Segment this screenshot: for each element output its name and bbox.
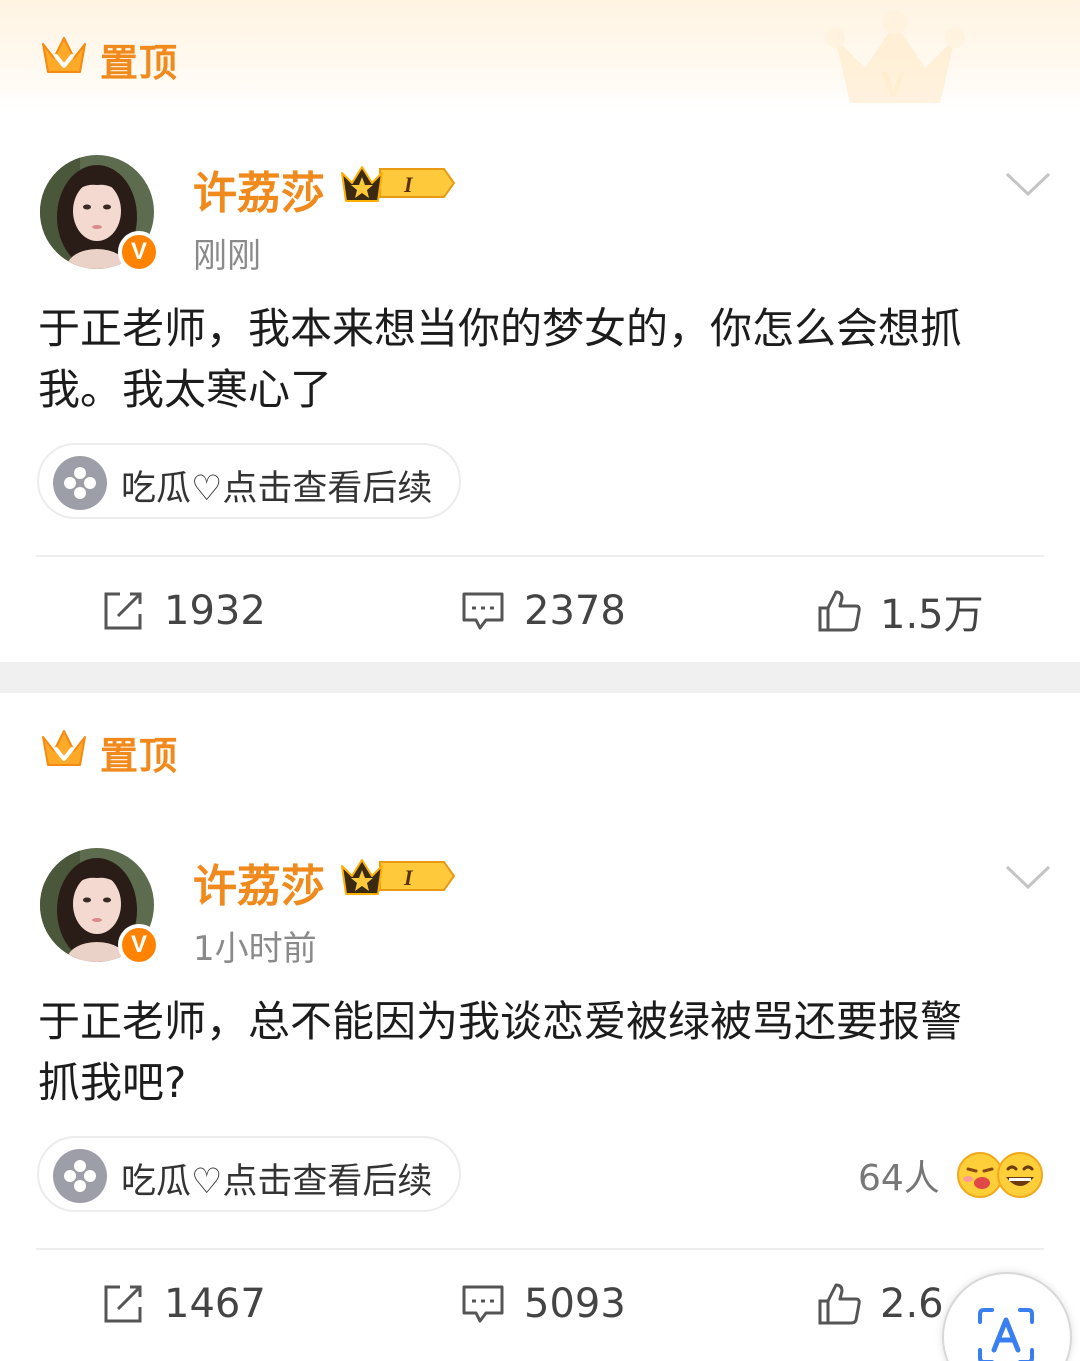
- username[interactable]: 许荔莎: [193, 157, 325, 221]
- like-count: 1.5万: [880, 592, 984, 638]
- comment-count: 2378: [524, 588, 626, 634]
- post-separator: [0, 662, 1080, 693]
- post-content-line: 抓我吧?: [38, 1058, 187, 1107]
- repost-icon: [104, 1285, 142, 1323]
- comment-button[interactable]: 2378: [460, 583, 626, 639]
- repost-count: 1467: [164, 1281, 266, 1327]
- pinned-label: 置顶: [100, 734, 179, 778]
- topic-chip[interactable]: 吃瓜♡点击查看后续: [37, 443, 461, 519]
- emoji-reaction-icon: [996, 1152, 1043, 1198]
- post-timestamp: 刚刚: [193, 236, 261, 276]
- repost-icon: [104, 592, 142, 630]
- like-icon: [818, 590, 861, 632]
- username[interactable]: 许荔莎: [193, 850, 325, 914]
- comment-count: 5093: [524, 1281, 626, 1327]
- post-timestamp: 1小时前: [193, 929, 317, 969]
- post-content-line: 于正老师，总不能因为我谈恋爱被绿被骂还要报警: [38, 997, 963, 1046]
- chip-label: 吃瓜♡点击查看后续: [121, 469, 433, 509]
- like-button[interactable]: 2.6: [816, 1276, 944, 1332]
- pinned-post-card: V 置顶 V 许荔莎 I 刚刚 于正老师，我本来想当你的梦女的，你怎么会想抓 我…: [0, 0, 1080, 662]
- divider: [36, 555, 1044, 557]
- melon-icon: [53, 1149, 107, 1203]
- pinned-label: 置顶: [100, 41, 179, 85]
- comment-icon: [462, 592, 504, 630]
- pinned-header: V 置顶: [0, 0, 1080, 110]
- crown-icon: [42, 37, 86, 73]
- vip-level-text: I: [403, 172, 414, 197]
- vip-level-text: I: [403, 865, 414, 890]
- post-content: 于正老师，我本来想当你的梦女的，你怎么会想抓 我。我太寒心了: [38, 298, 1048, 420]
- repost-count: 1932: [164, 588, 266, 634]
- svg-text:V: V: [882, 66, 905, 104]
- text-recognition-icon: [978, 1308, 1034, 1361]
- chevron-down-icon[interactable]: [1004, 863, 1052, 891]
- chip-label: 吃瓜♡点击查看后续: [121, 1162, 433, 1202]
- melon-icon: [53, 456, 107, 510]
- like-count: 2.6: [880, 1281, 944, 1327]
- verified-v-icon: V: [118, 924, 160, 966]
- like-button[interactable]: 1.5万: [816, 583, 984, 639]
- pinned-post-card: 置顶 V 许荔莎 I 1小时前 于正老师，总不能因为我谈恋爱被绿被骂还要报警 抓…: [0, 693, 1080, 1361]
- post-content-line: 我。我太寒心了: [38, 365, 333, 414]
- vip-crown-badge-icon[interactable]: I: [340, 854, 458, 898]
- repost-button[interactable]: 1467: [100, 1276, 266, 1332]
- topic-chip[interactable]: 吃瓜♡点击查看后续: [37, 1136, 461, 1212]
- vip-crown-badge-icon[interactable]: I: [340, 161, 458, 205]
- crown-watermark-icon: V: [825, 10, 965, 104]
- avatar[interactable]: V: [40, 848, 160, 966]
- like-icon: [818, 1283, 861, 1325]
- divider: [36, 1248, 1044, 1250]
- post-content: 于正老师，总不能因为我谈恋爱被绿被骂还要报警 抓我吧?: [38, 991, 1048, 1113]
- pinned-header: 置顶: [0, 693, 1080, 803]
- repost-button[interactable]: 1932: [100, 583, 266, 639]
- comment-icon: [462, 1285, 504, 1323]
- chevron-down-icon[interactable]: [1004, 170, 1052, 198]
- post-content-line: 于正老师，我本来想当你的梦女的，你怎么会想抓: [38, 304, 963, 353]
- avatar[interactable]: V: [40, 155, 160, 273]
- verified-v-icon: V: [118, 231, 160, 273]
- reaction-summary[interactable]: 64人: [858, 1150, 1044, 1200]
- crown-icon: [42, 730, 86, 766]
- reaction-count: 64人: [858, 1158, 940, 1199]
- comment-button[interactable]: 5093: [460, 1276, 626, 1332]
